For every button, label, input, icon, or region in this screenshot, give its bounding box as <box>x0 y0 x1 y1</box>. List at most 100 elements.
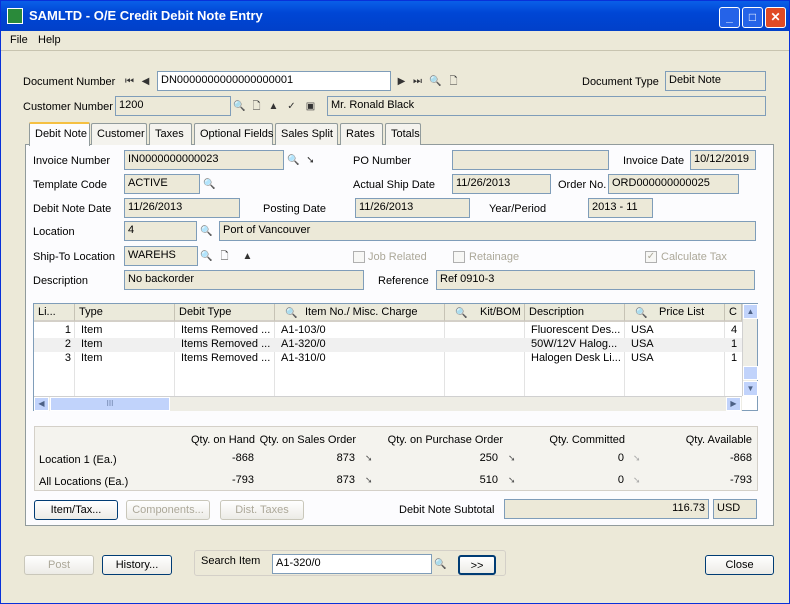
cell-line: 1 <box>64 324 71 336</box>
order-no-field[interactable]: ORD000000000025 <box>608 174 739 194</box>
ship-to-finder-icon[interactable]: 🔍 <box>200 250 213 263</box>
item-finder-icon[interactable]: 🔍 <box>285 307 298 320</box>
previous-record-icon[interactable]: ◀ <box>139 75 152 88</box>
table-row[interactable]: 1 Item Items Removed ... A1-103/0 Fluore… <box>34 324 742 338</box>
tab-rates[interactable]: Rates <box>340 123 383 145</box>
invoice-date-field[interactable]: 10/12/2019 <box>690 150 756 170</box>
customer-number-field[interactable]: 1200 <box>115 96 231 116</box>
currency-field: USD <box>713 499 757 519</box>
year-period-field[interactable]: 2013 - 11 <box>588 198 653 218</box>
retainage-checkbox[interactable] <box>453 251 465 263</box>
cell-price-list: USA <box>631 352 654 364</box>
scroll-left-button[interactable]: ◀ <box>34 397 49 411</box>
invoice-finder-icon[interactable]: 🔍 <box>287 154 300 167</box>
item-tax-button[interactable]: Item/Tax... <box>34 500 118 520</box>
post-button[interactable]: Post <box>24 555 94 575</box>
maximize-button[interactable]: □ <box>742 7 763 28</box>
tab-debit-note[interactable]: Debit Note <box>29 122 90 146</box>
order-no-label: Order No. <box>558 179 607 191</box>
calculate-tax-checkbox[interactable]: ✓ <box>645 251 657 263</box>
cell-item: A1-310/0 <box>281 352 326 364</box>
reference-label: Reference <box>378 275 429 287</box>
price-list-finder-icon[interactable]: 🔍 <box>635 307 648 320</box>
template-code-field[interactable]: ACTIVE <box>124 174 200 194</box>
doc-number-input[interactable]: DN0000000000000000001 <box>157 71 391 91</box>
customer-check-icon[interactable]: ✓ <box>285 100 298 113</box>
app-window: SAMLTD - O/E Credit Debit Note Entry _ □… <box>0 0 790 604</box>
tab-totals[interactable]: Totals <box>385 123 421 145</box>
location-field[interactable]: 4 <box>124 221 197 241</box>
search-item-finder-icon[interactable]: 🔍 <box>434 558 447 571</box>
job-related-checkbox[interactable] <box>353 251 365 263</box>
committed-drilldown-icon[interactable]: ➘ <box>633 475 642 485</box>
detail-grid[interactable]: Li... Type Debit Type Item No./ Misc. Ch… <box>33 303 758 411</box>
cell-type: Item <box>81 338 103 350</box>
reference-field[interactable]: Ref 0910-3 <box>436 270 755 290</box>
ship-to-new-icon[interactable]: 🗋 <box>218 250 231 263</box>
col-header-line[interactable]: Li... <box>34 304 75 322</box>
hscroll-thumb[interactable]: III <box>50 397 170 411</box>
title-bar[interactable]: SAMLTD - O/E Credit Debit Note Entry _ □… <box>1 1 789 31</box>
close-button[interactable]: Close <box>705 555 774 575</box>
components-button[interactable]: Components... <box>126 500 210 520</box>
last-record-icon[interactable]: ⏭ <box>411 75 424 88</box>
location-finder-icon[interactable]: 🔍 <box>200 225 213 238</box>
col-header-description[interactable]: Description <box>525 304 625 322</box>
invoice-number-field[interactable]: IN0000000000023 <box>124 150 284 170</box>
purchase-order-drilldown-icon[interactable]: ➘ <box>508 453 517 463</box>
tab-optional-fields[interactable]: Optional Fields <box>194 123 273 145</box>
invoice-drilldown-icon[interactable]: ➘ <box>304 154 317 167</box>
col-header-type[interactable]: Type <box>75 304 175 322</box>
committed-drilldown-icon[interactable]: ➘ <box>633 453 642 463</box>
customer-new-icon[interactable]: 🗋 <box>250 100 263 113</box>
table-row[interactable]: 2 Item Items Removed ... A1-320/0 50W/12… <box>34 338 742 352</box>
posting-date-field[interactable]: 11/26/2013 <box>355 198 470 218</box>
template-finder-icon[interactable]: 🔍 <box>203 178 216 191</box>
horizontal-scrollbar[interactable]: ◀ III ▶ <box>34 396 742 411</box>
finder-icon[interactable]: 🔍 <box>429 75 442 88</box>
customer-up-icon[interactable]: ▲ <box>267 100 280 113</box>
sales-order-drilldown-icon[interactable]: ➘ <box>365 475 374 485</box>
vertical-scrollbar[interactable]: ▲ ▼ <box>742 304 758 396</box>
customer-card-icon[interactable]: ▣ <box>304 100 317 113</box>
cell-description: 50W/12V Halog... <box>531 338 618 350</box>
tab-sales-split[interactable]: Sales Split <box>275 123 338 145</box>
ship-to-up-icon[interactable]: ▲ <box>241 250 254 263</box>
col-header-c[interactable]: C <box>725 304 742 322</box>
ship-to-field[interactable]: WAREHS <box>124 246 198 266</box>
menu-file[interactable]: File <box>10 34 28 46</box>
table-row[interactable]: 3 Item Items Removed ... A1-310/0 Haloge… <box>34 352 742 366</box>
description-field[interactable]: No backorder <box>124 270 364 290</box>
col-header-debit-type[interactable]: Debit Type <box>175 304 275 322</box>
actual-ship-date-field[interactable]: 11/26/2013 <box>452 174 551 194</box>
scroll-down-button[interactable]: ▼ <box>743 381 758 396</box>
scroll-thumb[interactable] <box>743 366 758 380</box>
po-number-label: PO Number <box>353 155 412 167</box>
doc-type-field[interactable]: Debit Note <box>665 71 766 91</box>
summary-header-purchase-order: Qty. on Purchase Order <box>387 434 503 446</box>
first-record-icon[interactable]: ⏮ <box>123 75 136 88</box>
scroll-right-button[interactable]: ▶ <box>726 397 741 411</box>
menu-help[interactable]: Help <box>38 34 61 46</box>
tab-customer[interactable]: Customer <box>91 123 147 145</box>
next-record-icon[interactable]: ▶ <box>395 75 408 88</box>
cell-price-list: USA <box>631 338 654 350</box>
sales-order-drilldown-icon[interactable]: ➘ <box>365 453 374 463</box>
cell-line: 2 <box>64 338 71 350</box>
summary-row-label: Location 1 (Ea.) <box>39 454 117 466</box>
minimize-button[interactable]: _ <box>719 7 740 28</box>
scroll-up-button[interactable]: ▲ <box>743 304 758 319</box>
tab-taxes[interactable]: Taxes <box>149 123 192 145</box>
po-number-field[interactable] <box>452 150 609 170</box>
col-header-item[interactable]: Item No./ Misc. Charge <box>275 304 445 322</box>
purchase-order-drilldown-icon[interactable]: ➘ <box>508 475 517 485</box>
dist-taxes-button[interactable]: Dist. Taxes <box>220 500 304 520</box>
history-button[interactable]: History... <box>102 555 172 575</box>
customer-finder-icon[interactable]: 🔍 <box>233 100 246 113</box>
search-item-input[interactable]: A1-320/0 <box>272 554 432 574</box>
kit-finder-icon[interactable]: 🔍 <box>455 307 468 320</box>
close-window-button[interactable]: ✕ <box>765 7 786 28</box>
go-button[interactable]: >> <box>458 555 496 575</box>
new-document-icon[interactable]: 🗋 <box>447 75 460 88</box>
debit-note-date-field[interactable]: 11/26/2013 <box>124 198 240 218</box>
